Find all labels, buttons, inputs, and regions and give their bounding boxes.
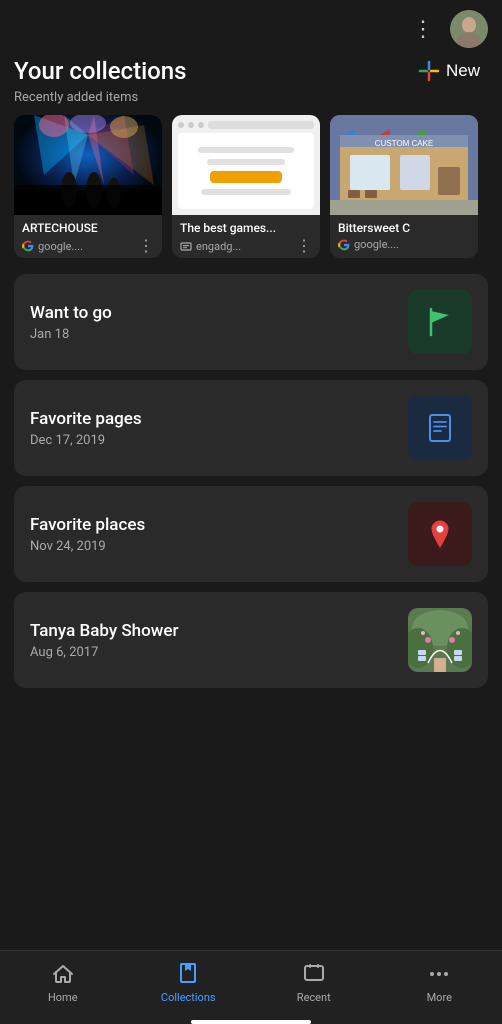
home-indicator [191, 1020, 311, 1024]
nav-item-recent[interactable]: Recent [251, 961, 377, 1004]
browser-dot-2 [188, 122, 194, 128]
tanya-thumbnail [408, 608, 472, 672]
card-footer: ARTECHOUSE google.... ⋮ [14, 215, 162, 258]
card-more-icon[interactable]: ⋮ [138, 238, 154, 254]
collection-item-favorite-places[interactable]: Favorite places Nov 24, 2019 [14, 486, 488, 582]
browser-cta-button [210, 171, 282, 183]
recent-card-bittersweet[interactable]: CUSTOM CAKE Bittersweet C [330, 115, 478, 258]
card-source: engadg... [180, 240, 241, 253]
card-source: google.... [22, 240, 83, 253]
collection-info: Want to go Jan 18 [30, 303, 408, 342]
browser-dot-3 [198, 122, 204, 128]
collection-date: Dec 17, 2019 [30, 433, 408, 448]
more-options-icon[interactable]: ⋮ [412, 17, 436, 42]
card-title: The best games... [180, 221, 312, 235]
card-more-icon[interactable]: ⋮ [296, 238, 312, 254]
favorite-pages-icon-box [408, 396, 472, 460]
collection-name: Want to go [30, 303, 408, 323]
new-button-label: New [446, 61, 480, 81]
collection-date: Aug 6, 2017 [30, 645, 408, 660]
subtitle: Recently added items [0, 88, 502, 115]
nav-label-collections: Collections [161, 991, 216, 1004]
nav-item-more[interactable]: More [377, 961, 502, 1004]
browser-line-1 [198, 147, 294, 153]
collections-icon [175, 961, 201, 987]
collection-item-want-to-go[interactable]: Want to go Jan 18 [14, 274, 488, 370]
plus-icon [418, 60, 440, 82]
recent-icon [301, 961, 327, 987]
browser-address [208, 121, 314, 129]
card-title: ARTECHOUSE [22, 221, 154, 235]
collection-item-favorite-pages[interactable]: Favorite pages Dec 17, 2019 [14, 380, 488, 476]
source-text: engadg... [196, 240, 241, 253]
document-icon [423, 411, 457, 445]
card-meta: google.... ⋮ [22, 238, 154, 254]
favorite-places-icon-box [408, 502, 472, 566]
bottom-spacer [0, 688, 502, 778]
google-icon [22, 240, 34, 252]
card-footer: The best games... engadg... ⋮ [172, 215, 320, 258]
collections-list: Want to go Jan 18 Favorite pages Dec 17,… [0, 274, 502, 688]
browser-mockup [172, 115, 320, 215]
card-meta: google.... [338, 238, 470, 251]
page-title: Your collections [14, 57, 187, 85]
more-icon [426, 961, 452, 987]
source-text: google.... [354, 238, 399, 251]
home-icon [50, 961, 76, 987]
card-image-games [172, 115, 320, 215]
source-text: google.... [38, 240, 83, 253]
page-header: Your collections New [0, 54, 502, 88]
bottom-nav: Home Collections Recent [0, 950, 502, 1024]
card-meta: engadg... ⋮ [180, 238, 312, 254]
collection-name: Tanya Baby Shower [30, 621, 408, 641]
google-icon [338, 239, 350, 251]
flag-icon [423, 305, 457, 339]
card-source: google.... [338, 238, 399, 251]
browser-bar [178, 121, 314, 129]
nav-item-home[interactable]: Home [0, 961, 126, 1004]
avatar[interactable] [450, 10, 488, 48]
top-bar: ⋮ [0, 0, 502, 54]
browser-line-3 [201, 189, 291, 195]
map-pin-icon [423, 517, 457, 551]
collection-name: Favorite places [30, 515, 408, 535]
browser-content [178, 133, 314, 209]
collection-date: Jan 18 [30, 327, 408, 342]
recent-card-games[interactable]: The best games... engadg... ⋮ [172, 115, 320, 258]
card-footer: Bittersweet C google.... [330, 215, 478, 255]
new-collection-button[interactable]: New [410, 56, 488, 86]
collection-name: Favorite pages [30, 409, 408, 429]
card-image-artechouse [14, 115, 162, 215]
card-title: Bittersweet C [338, 221, 470, 235]
collection-info: Favorite places Nov 24, 2019 [30, 515, 408, 554]
collection-item-tanya-baby-shower[interactable]: Tanya Baby Shower Aug 6, 2017 [14, 592, 488, 688]
recent-items-row: ARTECHOUSE google.... ⋮ [0, 115, 502, 274]
card-image-bittersweet: CUSTOM CAKE [330, 115, 478, 215]
nav-label-recent: Recent [297, 991, 331, 1004]
nav-label-more: More [427, 991, 452, 1004]
recent-card-artechouse[interactable]: ARTECHOUSE google.... ⋮ [14, 115, 162, 258]
engadget-icon [180, 240, 192, 252]
browser-line-2 [207, 159, 285, 165]
wedding-thumbnail-image [408, 608, 472, 672]
want-to-go-icon-box [408, 290, 472, 354]
nav-item-collections[interactable]: Collections [126, 961, 252, 1004]
collection-date: Nov 24, 2019 [30, 539, 408, 554]
collection-info: Favorite pages Dec 17, 2019 [30, 409, 408, 448]
collection-info: Tanya Baby Shower Aug 6, 2017 [30, 621, 408, 660]
svg-text:CUSTOM CAKE: CUSTOM CAKE [375, 139, 434, 148]
browser-dot-1 [178, 122, 184, 128]
nav-label-home: Home [48, 991, 78, 1004]
